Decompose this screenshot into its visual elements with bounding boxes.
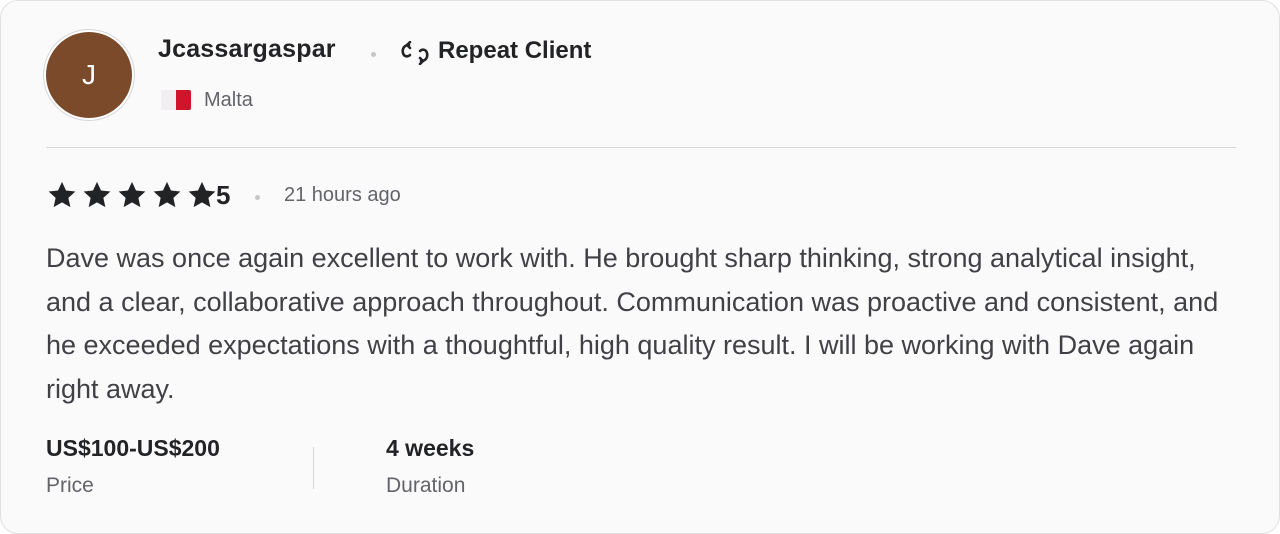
- star-icon: [48, 181, 76, 208]
- avatar[interactable]: J: [46, 32, 132, 118]
- price-value: US$100-US$200: [46, 435, 220, 461]
- details-divider: [313, 447, 314, 489]
- duration-value: 4 weeks: [386, 435, 475, 461]
- reviewer-username[interactable]: Jcassargaspar: [158, 35, 336, 64]
- repeat-client-badge: Repeat Client: [438, 37, 592, 64]
- review-time: 21 hours ago: [284, 184, 401, 206]
- malta-flag-icon: [161, 90, 191, 110]
- separator-dot: [255, 195, 260, 200]
- star-icon: [83, 181, 111, 208]
- duration-label: Duration: [386, 474, 466, 497]
- star-icon: [188, 181, 216, 208]
- avatar-initial: J: [82, 59, 96, 90]
- separator-dot: [371, 52, 376, 57]
- reviewer-country: Malta: [204, 89, 253, 111]
- star-icon: [118, 181, 146, 208]
- header-divider: [46, 147, 1236, 148]
- rating-value: 5: [216, 180, 231, 210]
- repeat-client-icon: [401, 41, 429, 65]
- review-card: J Jcassargaspar Repeat Client Malta 5 21…: [0, 0, 1280, 534]
- price-label: Price: [46, 474, 94, 497]
- review-text: Dave was once again excellent to work wi…: [46, 243, 1219, 404]
- star-icon: [153, 181, 181, 208]
- star-rating: [46, 180, 218, 210]
